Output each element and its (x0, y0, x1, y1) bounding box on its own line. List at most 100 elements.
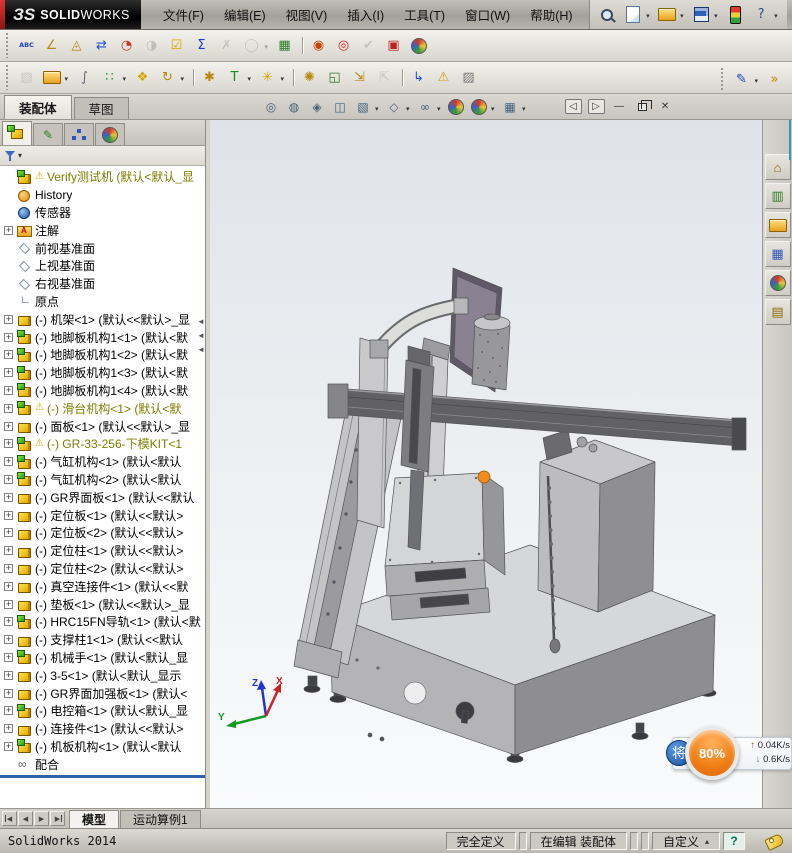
menu-window[interactable]: 窗口(W) (457, 2, 518, 27)
show-hidden-icon[interactable]: ⇱ (373, 66, 396, 89)
verification-icon[interactable]: ✔ (357, 34, 380, 57)
help-icon[interactable]: ? (750, 3, 778, 26)
tab-scroll-prev[interactable]: ◀ (18, 811, 33, 826)
toolbar-grip[interactable] (719, 68, 726, 90)
rotate-component-icon[interactable]: ↻ (156, 66, 184, 89)
expand-toggle[interactable] (4, 439, 13, 449)
tree-item[interactable]: ⚠ (-) 面板<1> (默认<<默认>_显 (0, 417, 205, 435)
filter-funnel-icon[interactable] (4, 150, 16, 162)
tree-item[interactable]: ⚠ (-) 气缸机构<2> (默认<默认 (0, 471, 205, 489)
mass-properties-icon[interactable]: ◬ (65, 34, 88, 57)
check-icon[interactable]: ◯ (240, 34, 268, 57)
tab-sketch[interactable]: 草图 (73, 97, 129, 119)
component-pattern-icon[interactable]: ❖ (131, 66, 154, 89)
tag-icon[interactable] (762, 832, 788, 850)
status-custom-dropdown[interactable]: 自定义 ▴ (651, 832, 720, 850)
view-palette-icon[interactable]: ▦ (764, 241, 791, 267)
save-document-icon[interactable] (690, 3, 718, 26)
transfer-icon[interactable]: ⇄ (90, 34, 113, 57)
tab-assembly[interactable]: 装配体 (4, 95, 72, 119)
color-wheel-icon[interactable] (407, 34, 430, 57)
expand-toggle[interactable] (4, 314, 13, 324)
separator[interactable] (289, 66, 296, 89)
doc-restore-button[interactable] (634, 99, 652, 114)
mate-icon[interactable]: ∷ (98, 66, 126, 89)
tree-item[interactable]: ⚠ (-) 气缸机构<1> (默认<默认 (0, 453, 205, 471)
tree-item[interactable]: ⚠ (-) 滑台机构<1> (默认<默 (0, 399, 205, 417)
expand-toggle[interactable] (4, 368, 13, 378)
menu-tools[interactable]: 工具(T) (396, 2, 453, 27)
snapshot-icon[interactable]: ▨ (457, 66, 480, 89)
tree-item[interactable]: ⚠ 上视基准面 (0, 257, 205, 275)
zoom-fit-icon[interactable]: ◎ (261, 96, 282, 117)
custom-properties-icon[interactable]: ▤ (764, 299, 791, 325)
tree-item[interactable]: ⚠ (-) GR界面板<1> (默认<<默认 (0, 488, 205, 506)
design-table-icon[interactable]: ▦ (273, 34, 296, 57)
expand-toggle[interactable] (4, 546, 13, 556)
sketch-icon[interactable]: ✎ (730, 68, 758, 91)
tree-item[interactable]: ⚠ (-) 定位柱<1> (默认<<默认> (0, 542, 205, 560)
tree-item[interactable]: ⚠ (-) 定位板<2> (默认<<默认> (0, 524, 205, 542)
section-view-icon[interactable]: ◫ (330, 96, 351, 117)
tree-item[interactable]: ⚠ (-) 垫板<1> (默认<<默认>_显 (0, 595, 205, 613)
expand-toggle[interactable] (4, 581, 13, 591)
insert-component-icon[interactable]: ▧ (15, 66, 38, 89)
expand-toggle[interactable] (4, 225, 13, 235)
tree-item[interactable]: ⚠ 注解 (0, 221, 205, 239)
tree-item[interactable]: ⚠ (-) 机板机构<1> (默认<默认 (0, 738, 205, 756)
tree-item[interactable]: ⚠ History (0, 186, 205, 204)
tree-item[interactable]: ⚠ 原点 (0, 293, 205, 311)
expand-toggle[interactable] (4, 510, 13, 520)
exploded-view-icon[interactable]: ✳ (256, 66, 284, 89)
tree-item[interactable]: ⚠ (-) 3-5<1> (默认<默认_显示 (0, 666, 205, 684)
smart-fasteners-icon[interactable]: ✱ (198, 66, 221, 89)
component-preview-icon[interactable]: ◱ (323, 66, 346, 89)
measure-icon[interactable]: ∠ (40, 34, 63, 57)
search-icon[interactable] (596, 3, 619, 26)
tree-item[interactable]: ⚠ (-) 真空连接件<1> (默认<<默 (0, 577, 205, 595)
leader-arrow-icon[interactable]: ↳ (407, 66, 430, 89)
pane-collapse-right-button[interactable]: ▷ (587, 99, 605, 114)
zoom-selected-icon[interactable]: ◈ (307, 96, 328, 117)
tree-item[interactable]: ⚠ 前视基准面 (0, 239, 205, 257)
insert-from-file-icon[interactable] (40, 66, 68, 89)
expand-toggle[interactable] (4, 617, 13, 627)
collaboration-light-icon[interactable] (724, 3, 747, 26)
appearances-icon[interactable] (764, 270, 791, 296)
tab-scroll-first[interactable]: ◀ (2, 811, 17, 826)
tree-item[interactable]: ⚠ (-) 支撑柱1<1> (默认<<默认 (0, 631, 205, 649)
tree-item[interactable]: ⚠ 传感器 (0, 204, 205, 222)
move-component-icon[interactable]: ⇲ (348, 66, 371, 89)
tab-motion-study-1[interactable]: 运动算例1 (120, 810, 201, 828)
expand-toggle[interactable] (4, 332, 13, 342)
view-settings-icon[interactable]: ▦ (500, 96, 525, 117)
hide-show-items-icon[interactable]: ∞ (415, 96, 441, 117)
toolbar-grip[interactable] (4, 33, 11, 58)
design-library-icon[interactable]: ▥ (764, 183, 791, 209)
doc-minimize-button[interactable]: — (611, 99, 628, 114)
expand-toggle[interactable] (4, 421, 13, 431)
tree-item[interactable]: ⚠ 右视基准面 (0, 275, 205, 293)
tree-item[interactable]: ⚠ (-) 地脚板机构1<4> (默认<默 (0, 382, 205, 400)
design-checker-icon[interactable]: ☑ (165, 34, 188, 57)
deviation-analysis-icon[interactable]: ✗ (215, 34, 238, 57)
menu-insert[interactable]: 插入(I) (339, 2, 392, 27)
compare-docs-icon[interactable]: ▣ (382, 34, 405, 57)
spell-checker-icon[interactable]: ABC (15, 34, 38, 57)
expand-toggle[interactable] (4, 528, 13, 538)
resources-home-icon[interactable]: ⌂ (764, 154, 791, 180)
expand-toggle[interactable] (4, 724, 13, 734)
move-with-triad-icon[interactable]: T (223, 66, 251, 89)
filter-dropdown-icon[interactable]: ▾ (18, 151, 22, 160)
tree-item[interactable]: ⚠ (-) 机械手<1> (默认<默认_显 (0, 649, 205, 667)
assembly-settings-icon[interactable]: ✺ (298, 66, 321, 89)
pane-collapse-left-button[interactable]: ◁ (564, 99, 582, 114)
menu-edit[interactable]: 编辑(E) (216, 2, 274, 27)
expand-toggle[interactable] (4, 563, 13, 573)
edit-appearance-icon[interactable] (446, 96, 467, 117)
tree-item[interactable]: ⚠ (-) HRC15FN导轨<1> (默认<默 (0, 613, 205, 631)
view-orientation-icon[interactable]: ▧ (353, 96, 378, 117)
graphics-viewport[interactable]: Z X Y (210, 120, 762, 808)
doc-close-button[interactable]: ✕ (657, 99, 674, 114)
menu-help[interactable]: 帮助(H) (522, 2, 580, 27)
